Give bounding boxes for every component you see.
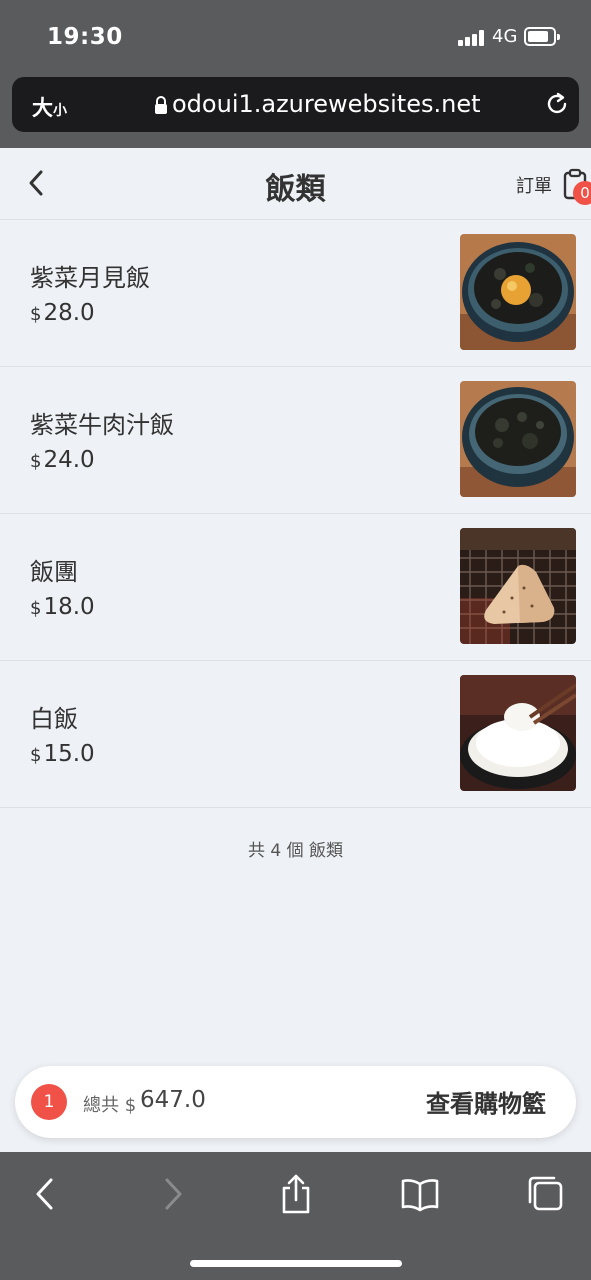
seaweed-rice-bowl-image[interactable]: [460, 381, 576, 497]
cart-bar[interactable]: 1 總共 $ 647.0 查看購物籃: [15, 1066, 576, 1138]
browser-toolbar: [0, 1152, 591, 1280]
menu-item-list: 紫菜月見飯 $28.0 紫菜牛肉汁飯 $24.0 飯團 $18.0 白飯 $15…: [0, 220, 591, 808]
share-icon[interactable]: [276, 1174, 316, 1214]
order-count-badge: 0: [573, 181, 591, 205]
item-name: 白飯: [30, 705, 78, 733]
battery-icon: [524, 27, 560, 46]
cart-total-label: 總共 $: [83, 1095, 137, 1116]
menu-item[interactable]: 紫菜牛肉汁飯 $24.0: [0, 367, 591, 514]
network-label: 4G: [492, 26, 518, 47]
lock-icon: [155, 96, 167, 114]
rice-bowl-with-egg-yolk-image[interactable]: [460, 234, 576, 350]
text-size-button[interactable]: 大小: [32, 92, 67, 122]
item-price: $24.0: [30, 447, 95, 473]
menu-item[interactable]: 紫菜月見飯 $28.0: [0, 220, 591, 367]
item-price: $18.0: [30, 594, 95, 620]
cart-count-badge: 1: [31, 1084, 67, 1120]
item-name: 紫菜月見飯: [30, 264, 150, 292]
home-indicator: [190, 1260, 402, 1267]
cart-total-value: 647.0: [140, 1087, 206, 1113]
page-header: 飯類 訂單 0: [0, 148, 591, 220]
status-time: 19:30: [47, 24, 123, 50]
browser-back-icon[interactable]: [26, 1174, 66, 1214]
white-rice-bowl-image[interactable]: [460, 675, 576, 791]
browser-forward-icon[interactable]: [152, 1174, 192, 1214]
item-price: $28.0: [30, 300, 95, 326]
item-name: 紫菜牛肉汁飯: [30, 411, 174, 439]
grilled-rice-ball-image[interactable]: [460, 528, 576, 644]
signal-icon: [458, 30, 486, 46]
address-bar[interactable]: 大小 odoui1.azurewebsites.net: [12, 77, 579, 132]
status-bar: 19:30 4G: [0, 0, 591, 75]
view-cart-button[interactable]: 查看購物籃: [426, 1084, 546, 1119]
order-label[interactable]: 訂單: [516, 172, 552, 198]
item-name: 飯團: [30, 558, 78, 586]
item-price: $15.0: [30, 741, 95, 767]
bookmarks-icon[interactable]: [400, 1174, 440, 1214]
page-title: 飯類: [265, 172, 326, 207]
browser-chrome: 大小 odoui1.azurewebsites.net: [0, 75, 591, 148]
reload-icon[interactable]: [544, 91, 570, 117]
item-count-summary: 共 4 個 飯類: [247, 841, 344, 861]
tabs-icon[interactable]: [526, 1174, 566, 1214]
menu-item[interactable]: 飯團 $18.0: [0, 514, 591, 661]
menu-item[interactable]: 白飯 $15.0: [0, 661, 591, 808]
url-text[interactable]: odoui1.azurewebsites.net: [172, 90, 481, 118]
